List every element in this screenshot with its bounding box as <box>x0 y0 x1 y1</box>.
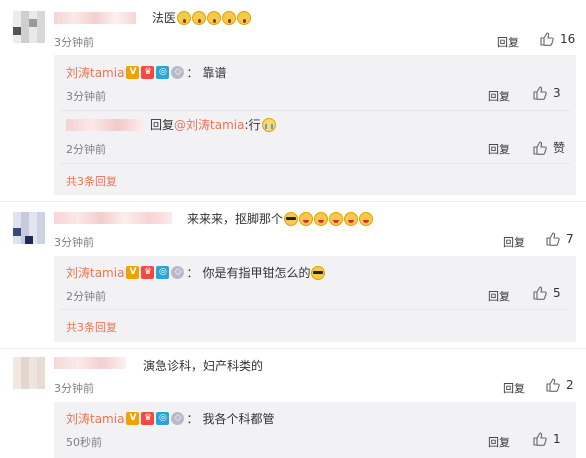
member-icon: ♛ <box>141 266 155 279</box>
reply-text: 刘涛tamia V ♛ ◎ ◇ ： 靠谱 <box>66 64 227 81</box>
comment-text: 演急诊科，妇产科类的 <box>143 359 264 373</box>
timestamp: 3分钟前 <box>54 236 94 249</box>
member-icon: ♛ <box>141 66 155 79</box>
like-button[interactable]: 16 <box>540 32 575 46</box>
like-count: 3 <box>553 86 561 100</box>
emoji-icon <box>299 211 314 226</box>
timestamp: 50秒前 <box>66 436 102 449</box>
thumbs-up-icon <box>540 32 554 46</box>
verified-v-icon: V <box>126 266 140 279</box>
verified-v-icon: V <box>126 66 140 79</box>
emoji-icon <box>192 10 207 25</box>
timestamp: 2分钟前 <box>66 143 106 156</box>
thumbs-up-icon <box>533 286 547 300</box>
emoji-icon <box>311 265 326 280</box>
verified-v-icon: V <box>126 412 140 425</box>
emoji-icon <box>359 211 374 226</box>
timestamp: 3分钟前 <box>54 36 94 49</box>
like-button[interactable]: 赞 <box>533 139 565 156</box>
camera-badge-icon: ◎ <box>156 412 170 425</box>
reply-text: 刘涛tamia V ♛ ◎ ◇ ： 你是有指甲钳怎么的 <box>66 264 326 281</box>
timestamp: 3分钟前 <box>66 90 106 103</box>
reply-button[interactable]: 回复 <box>497 34 519 50</box>
emoji-icon <box>237 10 252 25</box>
reply-button[interactable]: 回复 <box>488 288 510 304</box>
member-icon: ♛ <box>141 412 155 425</box>
camera-badge-icon: ◎ <box>156 66 170 79</box>
comment-text: 法医 <box>152 9 252 26</box>
username-blurred[interactable] <box>54 12 136 24</box>
avatar[interactable] <box>13 357 45 389</box>
emoji-icon <box>261 117 276 132</box>
thumbs-up-icon <box>546 232 560 246</box>
reply-text: 回复 @刘涛tamia :行 <box>150 116 276 133</box>
thumbs-up-icon <box>546 378 560 392</box>
timestamp: 2分钟前 <box>66 290 106 303</box>
emoji-icon <box>222 10 237 25</box>
reply-author[interactable]: 刘涛tamia <box>66 264 124 281</box>
like-count: 2 <box>566 378 574 392</box>
like-button[interactable]: 2 <box>546 378 574 392</box>
emoji-icon <box>329 211 344 226</box>
comment-text: 来来来，抠脚那个 <box>187 210 374 227</box>
like-button[interactable]: 3 <box>533 86 561 100</box>
divider <box>60 110 570 111</box>
reply-text: 刘涛tamia V ♛ ◎ ◇ ： 我各个科都管 <box>66 410 275 427</box>
like-count: 7 <box>566 232 574 246</box>
divider <box>60 309 570 310</box>
like-count: 5 <box>553 286 561 300</box>
reply-button[interactable]: 回复 <box>503 380 525 396</box>
thumbs-up-icon <box>533 86 547 100</box>
like-count: 1 <box>553 432 561 446</box>
reply-button[interactable]: 回复 <box>488 141 510 157</box>
like-button[interactable]: 7 <box>546 232 574 246</box>
divider <box>0 201 586 202</box>
more-replies-link[interactable]: 共3条回复 <box>66 319 117 335</box>
ring-badge-icon: ◇ <box>171 266 185 279</box>
ring-badge-icon: ◇ <box>171 66 185 79</box>
reply-button[interactable]: 回复 <box>488 88 510 104</box>
username-blurred[interactable] <box>54 212 172 224</box>
emoji-icon <box>314 211 329 226</box>
emoji-icon <box>284 211 299 226</box>
like-count: 赞 <box>553 141 566 155</box>
emoji-icon <box>177 10 192 25</box>
ring-badge-icon: ◇ <box>171 412 185 425</box>
like-count: 16 <box>560 32 576 46</box>
username-blurred[interactable] <box>66 119 144 131</box>
thumbs-up-icon <box>533 432 547 446</box>
emoji-icon <box>207 10 222 25</box>
username-blurred[interactable] <box>54 357 126 369</box>
camera-badge-icon: ◎ <box>156 266 170 279</box>
mention-link[interactable]: @刘涛tamia <box>174 116 244 133</box>
timestamp: 3分钟前 <box>54 382 94 395</box>
reply-author[interactable]: 刘涛tamia <box>66 64 124 81</box>
like-button[interactable]: 5 <box>533 286 561 300</box>
emoji-icon <box>344 211 359 226</box>
reply-button[interactable]: 回复 <box>503 234 525 250</box>
divider <box>0 348 586 349</box>
divider <box>60 163 570 164</box>
reply-author[interactable]: 刘涛tamia <box>66 410 124 427</box>
like-button[interactable]: 1 <box>533 432 561 446</box>
reply-button[interactable]: 回复 <box>488 434 510 450</box>
thumbs-up-icon <box>533 140 547 155</box>
more-replies-link[interactable]: 共3条回复 <box>66 173 117 189</box>
